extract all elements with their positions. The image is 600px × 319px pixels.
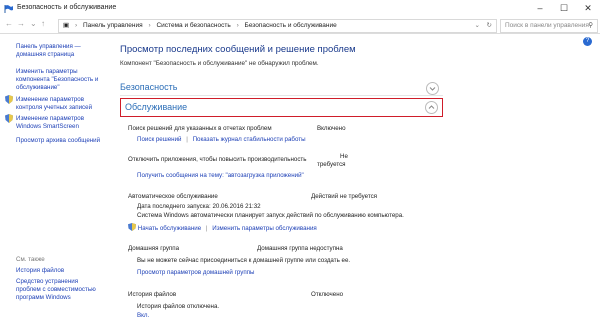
- startup-messages-link-text[interactable]: Получить сообщения на тему: "автозагрузк…: [137, 172, 304, 179]
- title-bar: Безопасность и обслуживание – ☐ ✕: [0, 0, 600, 18]
- search-placeholder: Поиск в панели управления: [505, 22, 589, 29]
- breadcrumb[interactable]: ▣ › Панель управления › Система и безопа…: [58, 19, 497, 33]
- sidebar-item-uac[interactable]: Изменение параметров контроля учетных за…: [16, 96, 92, 112]
- homegroup-settings-link[interactable]: Просмотр параметров домашней группы: [137, 269, 254, 276]
- sidebar-item-label: компонента "Безопасность и: [16, 76, 99, 83]
- sidebar-item-smartscreen[interactable]: Изменение параметров Windows SmartScreen: [16, 115, 84, 131]
- flag-icon: [4, 5, 13, 13]
- page-title: Просмотр последних сообщений и решение п…: [120, 44, 356, 55]
- status-message: Компонент "Безопасность и обслуживание" …: [120, 60, 319, 67]
- crumb-control-panel[interactable]: Панель управления: [83, 22, 143, 29]
- separator: |: [186, 136, 188, 143]
- auto-maintenance-label: Автоматическое обслуживание: [128, 193, 218, 200]
- sidebar-item-label: Панель управления —: [16, 43, 81, 50]
- disable-apps-status-1: Не: [340, 153, 348, 160]
- sidebar-item-label: Windows SmartScreen: [16, 123, 79, 130]
- sidebar-item-compat[interactable]: Средство устранения проблем с совместимо…: [16, 278, 96, 302]
- window-title: Безопасность и обслуживание: [17, 4, 117, 11]
- close-button[interactable]: ✕: [576, 0, 600, 17]
- chevron-up-icon[interactable]: [425, 101, 438, 114]
- find-solutions-link[interactable]: Поиск решений: [137, 136, 181, 143]
- search-icon: ⚲: [588, 22, 593, 29]
- disable-apps-status-2: требуется: [317, 161, 346, 168]
- schedule-note: Система Windows автоматически планирует …: [137, 212, 404, 219]
- folder-icon: ▣: [63, 22, 70, 29]
- disable-apps-label: Отключить приложения, чтобы повысить про…: [128, 156, 307, 163]
- shield-icon: [5, 95, 13, 104]
- sidebar-item-archive[interactable]: Просмотр архива сообщений: [16, 137, 100, 145]
- refresh-icon[interactable]: ↻: [487, 20, 492, 32]
- homegroup-settings-link-text[interactable]: Просмотр параметров домашней группы: [137, 269, 254, 276]
- search-solutions-label: Поиск решений для указанных в отчетах пр…: [128, 125, 272, 132]
- sidebar-item-label: программ Windows: [16, 294, 71, 301]
- sidebar-item-label: контроля учетных записей: [16, 104, 93, 111]
- back-arrow-icon[interactable]: ←: [5, 19, 13, 28]
- sidebar-item-label: Изменить параметры: [16, 68, 78, 75]
- file-history-note: История файлов отключена.: [137, 303, 220, 310]
- homegroup-note: Вы не можете сейчас присоединиться к дом…: [137, 257, 351, 264]
- main-content: Просмотр последних сообщений и решение п…: [120, 33, 600, 319]
- last-run-date: Дата последнего запуска: 20.06.2016 21:3…: [137, 203, 261, 210]
- shield-icon: [5, 114, 13, 123]
- change-maintenance-settings-link[interactable]: Изменить параметры обслуживания: [212, 225, 317, 232]
- crumb-security-maintenance[interactable]: Безопасность и обслуживание: [245, 22, 337, 29]
- security-section-label: Безопасность: [120, 82, 178, 92]
- homegroup-status: Домашняя группа недоступна: [257, 245, 343, 252]
- security-section-header[interactable]: Безопасность: [120, 81, 443, 96]
- chevron-down-icon[interactable]: ⌄: [475, 20, 480, 32]
- search-solutions-status: Включено: [317, 125, 346, 132]
- homegroup-label: Домашняя группа: [128, 245, 180, 252]
- maintenance-section-label: Обслуживание: [125, 102, 188, 112]
- sidebar-item-change-settings[interactable]: Изменить параметры компонента "Безопасно…: [16, 68, 98, 92]
- minimize-button[interactable]: –: [528, 0, 552, 17]
- start-maintenance-link[interactable]: Начать обслуживание: [138, 225, 201, 232]
- startup-messages-link[interactable]: Получить сообщения на тему: "автозагрузк…: [137, 172, 304, 179]
- maintenance-actions: Начать обслуживание | Изменить параметры…: [128, 223, 317, 232]
- forward-arrow-icon[interactable]: →: [17, 19, 25, 28]
- separator: |: [205, 225, 208, 232]
- sidebar-item-label: домашняя страница: [16, 51, 75, 58]
- sidebar: Панель управления — домашняя страница Из…: [0, 33, 115, 316]
- sidebar-item-label: Изменение параметров: [16, 115, 85, 122]
- address-bar: ← → ⌄ ↑ ▣ › Панель управления › Система …: [0, 17, 600, 34]
- up-arrow-icon[interactable]: ↑: [41, 19, 45, 28]
- sidebar-item-file-history[interactable]: История файлов: [16, 267, 64, 275]
- shield-icon: [128, 223, 136, 231]
- chevron-down-icon[interactable]: [426, 82, 439, 95]
- search-input[interactable]: Поиск в панели управления ⚲: [500, 19, 598, 33]
- maintenance-section-header[interactable]: Обслуживание: [120, 98, 443, 117]
- sidebar-item-label: Средство устранения: [16, 278, 79, 285]
- file-history-label: История файлов: [128, 291, 177, 298]
- sidebar-item-label: проблем с совместимостью: [16, 286, 96, 293]
- auto-maintenance-status: Действий не требуется: [311, 193, 378, 200]
- crumb-system-security[interactable]: Система и безопасность: [156, 22, 230, 29]
- see-also-heading: См. также: [16, 256, 45, 263]
- sidebar-item-home[interactable]: Панель управления — домашняя страница: [16, 43, 81, 59]
- maximize-button[interactable]: ☐: [552, 0, 576, 17]
- search-solutions-links: Поиск решений | Показать журнал стабильн…: [137, 136, 306, 143]
- recent-dropdown-icon[interactable]: ⌄: [30, 19, 37, 28]
- sidebar-item-label: Изменение параметров: [16, 96, 85, 103]
- sidebar-item-label: обслуживание": [16, 84, 60, 91]
- file-history-status: Отключено: [311, 291, 344, 298]
- stability-log-link[interactable]: Показать журнал стабильности работы: [193, 136, 306, 143]
